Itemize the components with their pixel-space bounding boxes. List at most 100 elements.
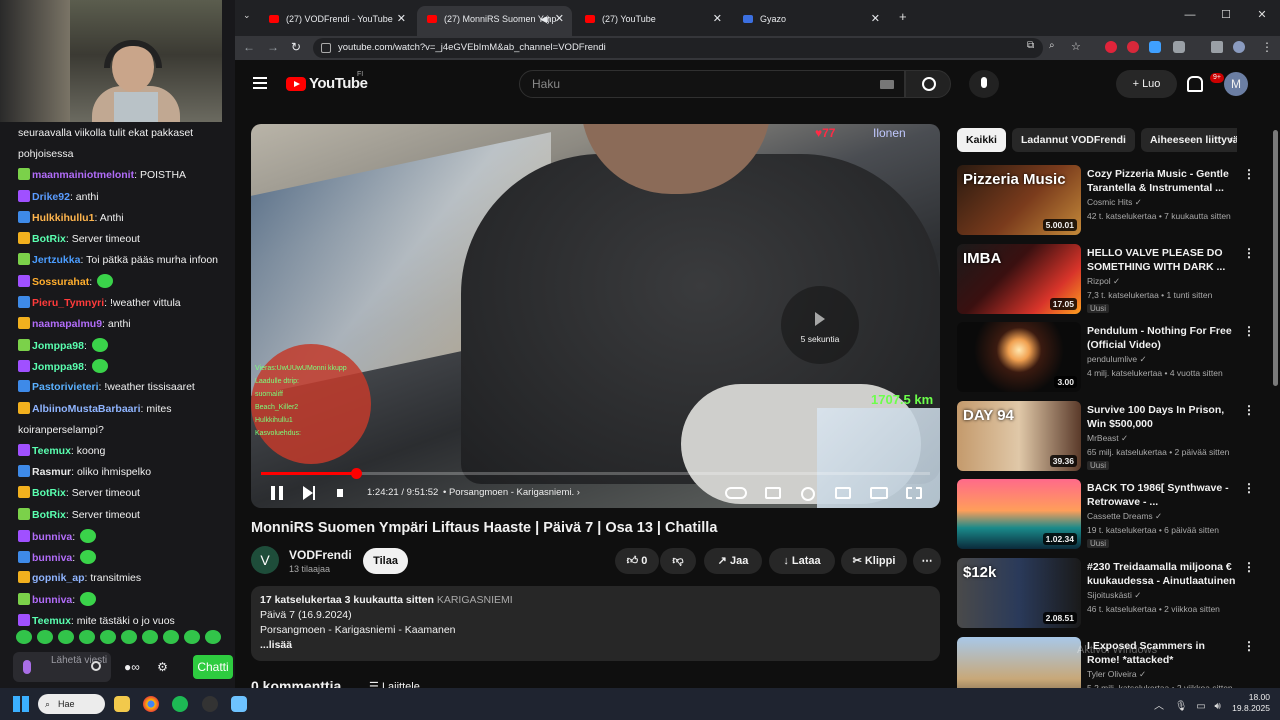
recommended-video[interactable]: 1.02.34 BACK TO 1986[ Synthwave - Retrowa… <box>957 479 1257 551</box>
chat-send-button[interactable]: Chatti <box>193 655 233 679</box>
recommended-channel[interactable]: MrBeast ✓ <box>1087 433 1128 444</box>
youtube-logo-icon[interactable] <box>286 77 306 91</box>
chat-username[interactable]: Jomppa98 <box>32 361 84 373</box>
recommended-channel[interactable]: Tyler Oliveira ✓ <box>1087 669 1146 680</box>
chat-username[interactable]: AlbiinoMustaBarbaari <box>32 403 141 415</box>
recommended-video[interactable]: DAY 94 39.36 Survive 100 Days In Prison, W… <box>957 400 1257 473</box>
dislike-button[interactable]: 👎︎ <box>660 548 696 574</box>
video-thumbnail[interactable]: 3.00 <box>957 322 1081 393</box>
chat-username[interactable]: maanmainiotmelonit <box>32 169 134 181</box>
obs-icon[interactable] <box>202 696 218 712</box>
chat-username[interactable]: Teemux <box>32 445 71 457</box>
more-actions-button[interactable]: ⋯ <box>913 548 941 574</box>
channel-name[interactable]: VODFrendi <box>289 548 352 562</box>
scrollbar[interactable] <box>1273 130 1278 386</box>
zoom-icon[interactable]: ⌕ <box>1049 40 1055 51</box>
recommended-video[interactable]: IMBA 17.05 HELLO VALVE PLEASE DO SOMETHING… <box>957 243 1257 316</box>
close-tab-icon[interactable]: ✕ <box>397 6 406 32</box>
taskbar-search[interactable]: ⌕ Hae <box>38 694 105 714</box>
maximize-icon[interactable]: ☐ <box>1208 8 1244 21</box>
tab-gyazo[interactable]: Gyazo ✕ <box>733 6 888 36</box>
more-options-icon[interactable]: ⋮ <box>1243 246 1255 260</box>
chat-username[interactable]: Pieru_Tymnyri <box>32 297 104 309</box>
tab-vodfrendi[interactable]: (27) VODFrendi - YouTube ✕ <box>259 6 414 36</box>
recommended-title[interactable]: Survive 100 Days In Prison, Win $500,000 <box>1087 403 1237 431</box>
chat-username[interactable]: BotRix <box>32 233 66 245</box>
more-options-icon[interactable]: ⋮ <box>1243 481 1255 495</box>
chat-username[interactable]: Hulkkihullu1 <box>32 212 94 224</box>
recommended-title[interactable]: BACK TO 1986[ Synthwave - Retrowave - ..… <box>1087 481 1237 509</box>
skip-ad-button[interactable]: 5 sekuntia <box>781 286 859 364</box>
chip-related[interactable]: Aiheeseen liittyvä <box>1140 128 1237 152</box>
windows-start-icon[interactable] <box>13 696 29 712</box>
profile-icon[interactable] <box>1233 41 1245 53</box>
spotify-icon[interactable] <box>172 696 188 712</box>
menu-icon[interactable] <box>253 77 267 89</box>
video-thumbnail[interactable]: Pizzeria Music 5.00.01 <box>957 165 1081 235</box>
chat-username[interactable]: bunniva <box>32 552 72 564</box>
pause-icon[interactable] <box>271 486 283 500</box>
show-more-link[interactable]: ...lisää <box>260 638 931 653</box>
voice-search-icon[interactable] <box>969 70 999 98</box>
settings-icon[interactable]: ⚙ <box>157 660 168 674</box>
like-button[interactable]: 👍︎ 0 <box>615 548 659 574</box>
video-player[interactable]: ♥77 Ilonen Vieras:UwUUwUMonni kkupp Laadu… <box>251 124 940 508</box>
chat-username[interactable]: Jomppa98 <box>32 340 84 352</box>
back-icon[interactable]: ← <box>243 40 255 54</box>
miniplayer-icon[interactable] <box>835 487 851 499</box>
more-options-icon[interactable]: ⋮ <box>1243 560 1255 574</box>
scrubber-handle[interactable] <box>351 468 363 479</box>
video-thumbnail[interactable]: $12k 2.08.51 <box>957 558 1081 628</box>
file-explorer-icon[interactable] <box>114 696 130 712</box>
subscribe-button[interactable]: Tilaa <box>363 548 408 574</box>
video-thumbnail[interactable]: IMBA 17.05 <box>957 243 1081 314</box>
chat-username[interactable]: Jertzukka <box>32 254 80 266</box>
tab-youtube[interactable]: (27) YouTube ✕ <box>575 6 730 36</box>
site-info-icon[interactable] <box>321 43 331 53</box>
chip-all[interactable]: Kaikki <box>957 128 1006 152</box>
chat-username[interactable]: BotRix <box>32 487 66 499</box>
download-button[interactable]: ↓ Lataa <box>769 548 835 574</box>
chat-username[interactable]: Pastorivieteri <box>32 381 99 393</box>
chat-username[interactable]: BotRix <box>32 509 66 521</box>
media-control-icon[interactable] <box>1211 41 1223 53</box>
chrome-icon[interactable] <box>143 696 159 712</box>
more-options-icon[interactable]: ⋮ <box>1243 324 1255 338</box>
search-icon[interactable] <box>905 70 951 98</box>
new-tab-icon[interactable]: + <box>899 9 907 24</box>
forward-icon[interactable]: → <box>267 40 279 54</box>
more-options-icon[interactable]: ⋮ <box>1243 167 1255 181</box>
recommended-channel[interactable]: Sijoituskästi ✓ <box>1087 590 1141 601</box>
chat-username[interactable]: bunniva <box>32 594 72 606</box>
tab-monnirs[interactable]: (27) MonniRS Suomen Ymp ◀) ✕ <box>417 6 572 36</box>
recommended-title[interactable]: Pendulum - Nothing For Free (Official Vi… <box>1087 324 1237 352</box>
progress-bar[interactable] <box>261 468 930 479</box>
extension-blue-icon[interactable] <box>1149 41 1161 53</box>
recommended-channel[interactable]: Cosmic Hits ✓ <box>1087 197 1142 208</box>
description-box[interactable]: 17 katselukertaa 3 kuukautta sitten KARI… <box>251 586 940 661</box>
menu-kebab-icon[interactable]: ⋮ <box>1261 40 1273 54</box>
video-thumbnail[interactable]: DAY 94 39.36 <box>957 400 1081 471</box>
create-button[interactable]: + Luo <box>1116 70 1177 98</box>
recommended-channel[interactable]: Rizpol ✓ <box>1087 276 1120 287</box>
mic-icon[interactable] <box>23 660 31 674</box>
more-options-icon[interactable]: ⋮ <box>1243 403 1255 417</box>
clock[interactable]: 18.00 19.8.2025 <box>1232 692 1270 714</box>
network-icon[interactable]: ▭ <box>1196 701 1205 712</box>
reload-icon[interactable]: ↻ <box>291 40 301 54</box>
chat-username[interactable]: Sossurahat <box>32 276 89 288</box>
close-tab-icon[interactable]: ✕ <box>713 6 722 32</box>
account-avatar[interactable]: M <box>1224 72 1248 96</box>
notifications-bell-icon[interactable] <box>1185 74 1203 92</box>
chat-input[interactable]: Lähetä viesti <box>13 652 111 682</box>
autoplay-toggle-icon[interactable] <box>725 487 747 499</box>
tab-search-icon[interactable]: ⌄ <box>243 10 251 21</box>
keyboard-icon[interactable] <box>880 80 894 89</box>
theater-mode-icon[interactable] <box>870 487 888 499</box>
recommended-channel[interactable]: Cassette Dreams ✓ <box>1087 511 1162 522</box>
chevron-right-icon[interactable]: › <box>1229 133 1233 147</box>
chat-username[interactable]: Rasmur <box>32 466 71 478</box>
install-icon[interactable]: ⧉ <box>1027 40 1034 51</box>
chat-username[interactable]: gopnik_ap <box>32 572 85 584</box>
recommended-title[interactable]: #230 Treidaamalla miljoona € kuukaudessa… <box>1087 560 1237 588</box>
